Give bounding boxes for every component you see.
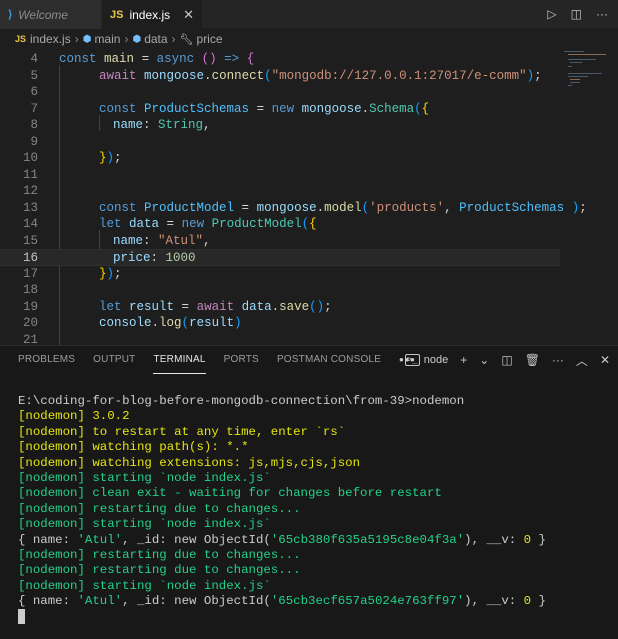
- close-panel-icon[interactable]: ✕: [600, 353, 610, 367]
- terminal-line: [nodemon] restarting due to changes...: [18, 563, 301, 578]
- terminal-line: [nodemon] to restart at any time, enter …: [18, 424, 346, 439]
- terminal-line: [nodemon] restarting due to changes...: [18, 501, 301, 516]
- panel-actions: >_ node + ⌄ ◫ 🗑︎ ··· ︿ ✕: [404, 346, 610, 374]
- terminal-icon: >_: [404, 354, 420, 366]
- editor-scrollbar[interactable]: [608, 49, 618, 345]
- code-line: 7 const ProductSchemas = new mongoose.Sch…: [30, 101, 430, 116]
- terminal-output[interactable]: E:\coding-for-blog-before-mongodb-connec…: [18, 394, 608, 625]
- split-editor-icon[interactable]: ◫: [571, 7, 582, 21]
- more-actions-icon[interactable]: ···: [552, 353, 564, 367]
- cube-icon: ⬢: [82, 33, 92, 45]
- code-line: 19 let result = await data.save();: [22, 299, 332, 314]
- terminal-line: [nodemon] watching extensions: js,mjs,cj…: [18, 455, 361, 470]
- terminal-line: [nodemon] starting `node index.js`: [18, 517, 271, 532]
- chevron-right-icon: ›: [124, 32, 129, 46]
- tab-label: Welcome: [18, 7, 69, 22]
- code-line: 9: [30, 134, 38, 149]
- terminal-line: [nodemon] starting `node index.js`: [18, 470, 271, 485]
- wrench-icon: 🔧︎: [179, 33, 194, 46]
- code-line: 18: [22, 283, 38, 297]
- trash-icon[interactable]: 🗑︎: [525, 353, 540, 367]
- new-terminal-icon[interactable]: +: [460, 353, 467, 367]
- more-actions-icon[interactable]: ···: [596, 7, 608, 21]
- js-file-icon: JS: [110, 8, 124, 21]
- editor-tab-bar: ⟩ Welcome JS index.js ✕ ▷ ◫ ···: [0, 0, 618, 29]
- terminal-line: [nodemon] restarting due to changes...: [18, 547, 301, 562]
- split-terminal-icon[interactable]: ◫: [501, 353, 512, 367]
- code-line: 12: [22, 184, 38, 198]
- terminal-line: E:\coding-for-blog-before-mongodb-connec…: [18, 394, 465, 408]
- terminal-cursor: [18, 609, 25, 625]
- minimap[interactable]: [562, 49, 610, 89]
- tab-index-js[interactable]: JS index.js ✕: [102, 0, 202, 29]
- code-line: 20 console.log(result): [22, 316, 242, 330]
- tab-terminal[interactable]: TERMINAL: [153, 346, 206, 374]
- terminal-line: [nodemon] starting `node index.js`: [18, 578, 271, 593]
- terminal-line: [nodemon] clean exit - waiting for chang…: [18, 486, 442, 501]
- terminal-result-line: { name: 'Atul', _id: new ObjectId('65cb3…: [18, 532, 546, 547]
- close-tab-icon[interactable]: ✕: [183, 7, 194, 23]
- breadcrumb-item-price[interactable]: price: [197, 32, 223, 46]
- terminal-prompt-line[interactable]: [18, 609, 608, 625]
- maximize-panel-icon[interactable]: ︿: [576, 352, 588, 369]
- vscode-logo-icon: ⟩: [8, 9, 13, 21]
- bottom-panel: PROBLEMS OUTPUT TERMINAL PORTS POSTMAN C…: [0, 345, 618, 639]
- code-line: 4 const main = async () => {: [30, 52, 255, 66]
- code-line-current: 16 price: 1000: [0, 249, 560, 266]
- code-line: 14 let data = new ProductModel({: [22, 217, 317, 231]
- tab-problems[interactable]: PROBLEMS: [18, 346, 75, 374]
- code-line: 6: [30, 85, 38, 99]
- terminal-result-line: { name: 'Atul', _id: new ObjectId('65cb3…: [18, 594, 546, 609]
- breadcrumb: JS index.js › ⬢ main › ⬢ data › 🔧︎ price: [0, 29, 618, 49]
- chevron-right-icon: ›: [74, 32, 79, 46]
- terminal-name[interactable]: node: [424, 354, 448, 366]
- code-line: 10});: [22, 151, 122, 165]
- js-file-icon: JS: [15, 34, 27, 44]
- breadcrumb-item-file[interactable]: index.js: [30, 32, 71, 46]
- code-line: 13 const ProductModel = mongoose.model('p…: [22, 200, 587, 215]
- tab-postman-console[interactable]: POSTMAN CONSOLE: [277, 346, 381, 374]
- code-line: 17});: [22, 266, 122, 281]
- code-line: 8 name: String,: [30, 118, 211, 132]
- chevron-down-icon[interactable]: ⌄: [479, 353, 489, 367]
- breadcrumb-item-main[interactable]: main: [94, 32, 120, 46]
- code-editor[interactable]: 4 const main = async () => { 5 await mongo…: [0, 49, 618, 347]
- code-line: 5 await mongoose.connect("mongodb://127.0…: [30, 68, 542, 83]
- terminal-line: [nodemon] watching path(s): *.*: [18, 440, 249, 455]
- code-line: 15 name: "Atul",: [22, 233, 211, 248]
- tab-ports[interactable]: PORTS: [224, 346, 259, 374]
- run-icon[interactable]: ▷: [547, 7, 556, 21]
- code-line: 11: [22, 167, 38, 182]
- terminal-line: [nodemon] 3.0.2: [18, 409, 130, 424]
- tab-label: index.js: [129, 7, 171, 22]
- chevron-right-icon: ›: [171, 32, 176, 46]
- editor-actions: ▷ ◫ ···: [547, 0, 618, 28]
- tab-output[interactable]: OUTPUT: [93, 346, 135, 374]
- breadcrumb-item-data[interactable]: data: [144, 32, 167, 46]
- tab-welcome[interactable]: ⟩ Welcome: [0, 0, 102, 29]
- cube-icon: ⬢: [132, 33, 142, 45]
